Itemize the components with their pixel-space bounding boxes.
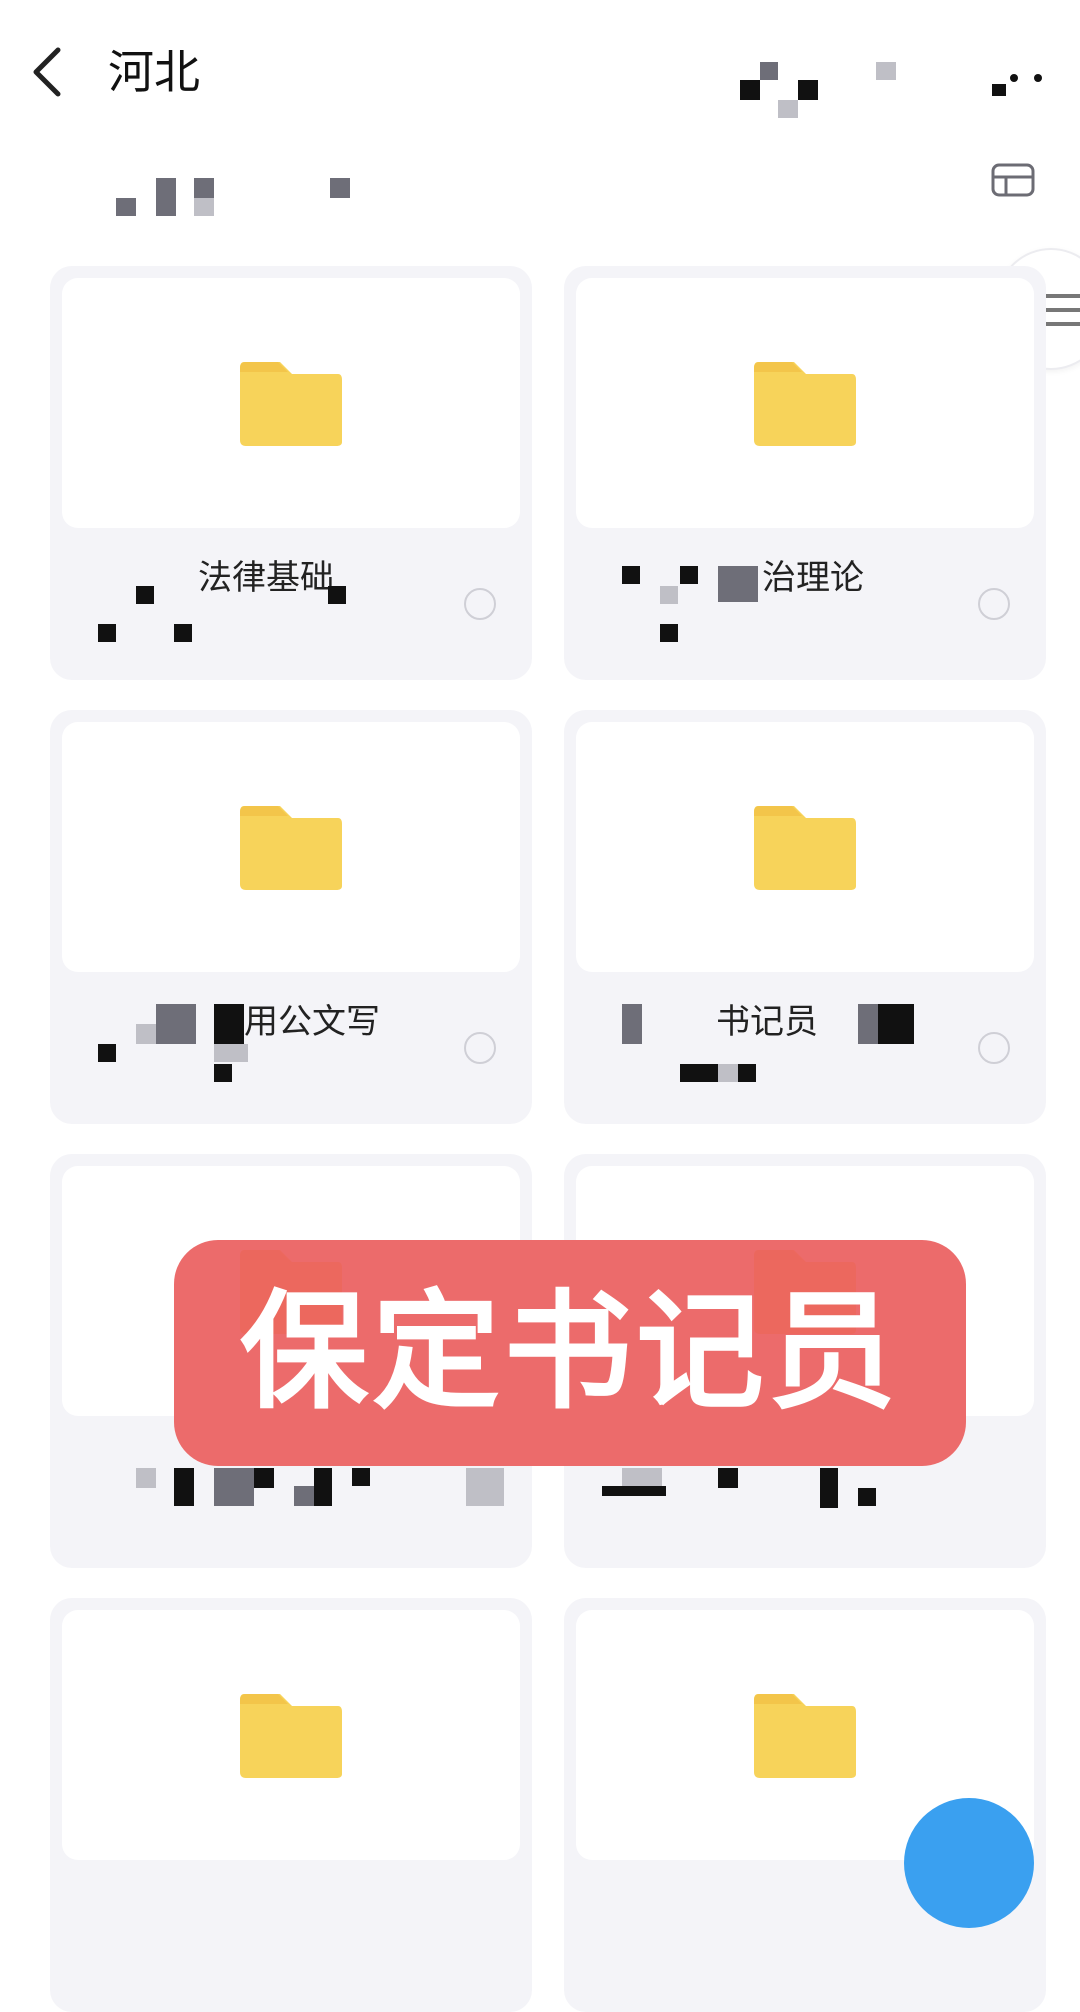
folder-icon: [754, 806, 856, 890]
obscured-text: [314, 1468, 332, 1506]
obscured-text: [136, 586, 154, 604]
obscured-text: [214, 1044, 248, 1062]
folder-icon: [240, 806, 342, 890]
obscured-text: [622, 566, 640, 584]
obscured-text: [680, 1064, 718, 1082]
overlay-banner: 保定书记员: [174, 1240, 966, 1466]
obscured-text: [156, 1004, 196, 1044]
obscured-header-text: [740, 80, 760, 100]
obscured-text: [294, 1486, 314, 1506]
folder-thumbnail: [62, 278, 520, 528]
obscured-text: [214, 1004, 244, 1044]
obscured-header-text: [778, 100, 798, 118]
folder-card[interactable]: 用公文写: [50, 710, 532, 1124]
folder-card[interactable]: 书记员: [564, 710, 1046, 1124]
obscured-header-text: [876, 62, 896, 80]
top-bar: 河北: [0, 0, 1080, 140]
folder-name: 用公文写: [244, 1002, 380, 1042]
folder-name: 法律基础: [198, 558, 334, 598]
select-radio[interactable]: [464, 1032, 496, 1064]
folder-card[interactable]: 法律基础: [50, 266, 532, 680]
obscured-text: [214, 1468, 254, 1506]
obscured-text: [352, 1468, 370, 1486]
page-title: 河北: [108, 45, 200, 99]
obscured-text: [718, 566, 758, 602]
obscured-text: [254, 1468, 274, 1488]
obscured-text: [858, 1004, 878, 1044]
select-radio[interactable]: [978, 1032, 1010, 1064]
obscured-text: [858, 1488, 876, 1506]
obscured-text: [214, 1064, 232, 1082]
obscured-text: [622, 1004, 642, 1044]
obscured-text: [174, 624, 192, 642]
more-options-icon[interactable]: [992, 84, 1006, 96]
floating-action-button[interactable]: [904, 1798, 1034, 1928]
folder-name: 治理论: [762, 558, 864, 598]
folder-icon: [240, 362, 342, 446]
obscured-text: [820, 1468, 838, 1508]
obscured-text: [174, 1468, 194, 1506]
more-options-icon[interactable]: [1010, 74, 1018, 82]
obscured-text: [660, 624, 678, 642]
folder-card[interactable]: [50, 1598, 532, 2012]
folder-thumbnail: [576, 722, 1034, 972]
obscured-text: [622, 1468, 662, 1486]
obscured-text: [718, 1064, 738, 1082]
folder-icon: [754, 362, 856, 446]
folder-icon: [754, 1694, 856, 1778]
obscured-text: [98, 1044, 116, 1062]
obscured-header-text: [760, 62, 778, 80]
more-options-icon[interactable]: [1034, 74, 1042, 82]
folder-name: 书记员: [716, 1002, 818, 1042]
obscured-text: [738, 1064, 756, 1082]
obscured-text: [466, 1468, 504, 1506]
obscured-text: [98, 624, 116, 642]
obscured-text: [136, 1024, 156, 1044]
obscured-text: [602, 1486, 666, 1496]
folder-thumbnail: [62, 1610, 520, 1860]
select-radio[interactable]: [978, 588, 1010, 620]
folder-icon: [240, 1694, 342, 1778]
obscured-text: [878, 1004, 914, 1044]
view-toggle-icon[interactable]: [990, 162, 1036, 198]
obscured-text: [136, 1468, 156, 1488]
obscured-text: [718, 1468, 738, 1488]
back-arrow-icon[interactable]: [28, 42, 68, 102]
obscured-text: [328, 586, 346, 604]
obscured-text: [680, 566, 698, 584]
obscured-header-text: [798, 80, 818, 100]
folder-thumbnail: [62, 722, 520, 972]
folder-card[interactable]: 治理论: [564, 266, 1046, 680]
select-radio[interactable]: [464, 588, 496, 620]
folder-thumbnail: [576, 278, 1034, 528]
obscured-text: [660, 586, 678, 604]
